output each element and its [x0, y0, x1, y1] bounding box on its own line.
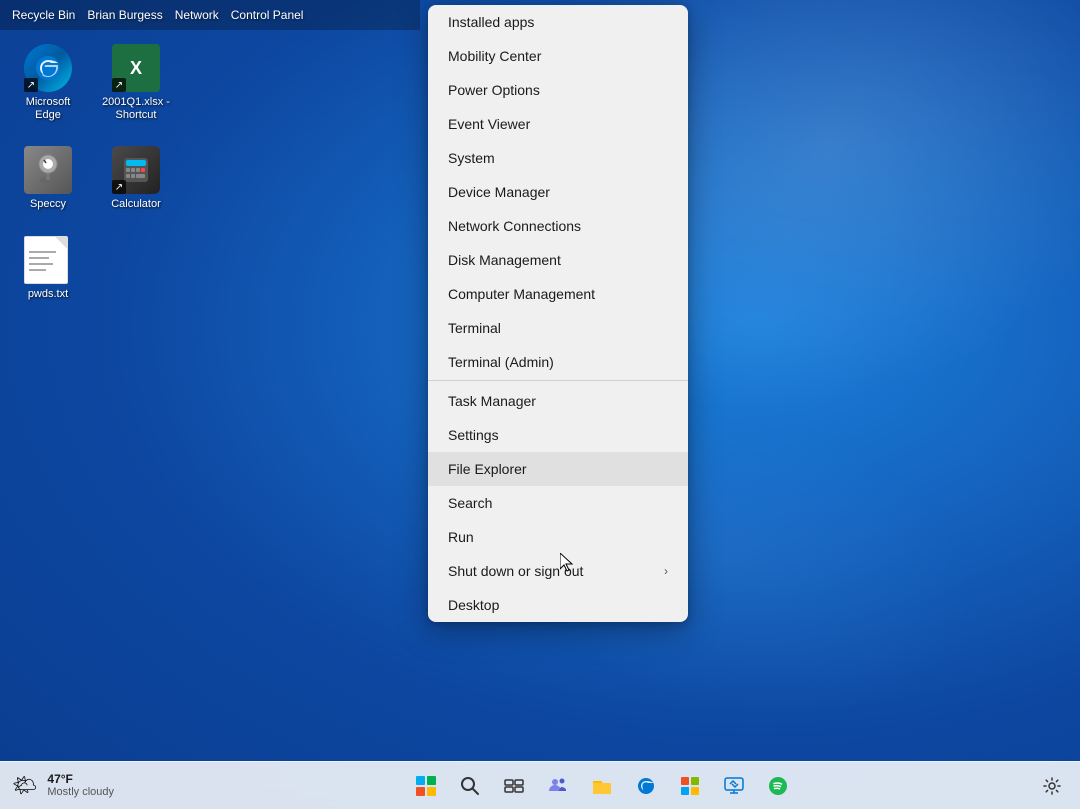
edge-icon: ↗	[24, 44, 72, 92]
gear-icon	[1043, 777, 1061, 795]
shortcut-arrow-calc: ↗	[112, 180, 126, 194]
menu-item-disk-management[interactable]: Disk Management	[428, 243, 688, 277]
start-button[interactable]	[406, 766, 446, 806]
network-label[interactable]: Network	[175, 8, 231, 22]
desktop-icon-excel[interactable]: X ↗ 2001Q1.xlsx - Shortcut	[96, 38, 176, 128]
taskbar-center	[180, 766, 1024, 806]
edge-taskbar-icon	[635, 775, 657, 797]
remote-desktop-icon	[723, 775, 745, 797]
task-view-icon	[504, 776, 524, 796]
control-panel-label[interactable]: Control Panel	[231, 8, 316, 22]
desktop-icon-calculator[interactable]: ↗ Calculator	[96, 140, 176, 217]
context-menu: Installed apps Mobility Center Power Opt…	[428, 5, 688, 622]
file-explorer-button[interactable]	[582, 766, 622, 806]
txt-icon	[24, 236, 72, 284]
menu-item-computer-management[interactable]: Computer Management	[428, 277, 688, 311]
menu-item-desktop[interactable]: Desktop	[428, 588, 688, 622]
task-view-button[interactable]	[494, 766, 534, 806]
edge-taskbar-button[interactable]	[626, 766, 666, 806]
desktop-icon-speccy[interactable]: Speccy	[8, 140, 88, 217]
excel-label: 2001Q1.xlsx - Shortcut	[100, 96, 172, 122]
shortcut-arrow-edge: ↗	[24, 78, 38, 92]
search-button[interactable]	[450, 766, 490, 806]
windows-logo-icon	[416, 776, 436, 796]
brian-burgess-label[interactable]: Brian Burgess	[87, 8, 174, 22]
menu-item-installed-apps[interactable]: Installed apps	[428, 5, 688, 39]
tray-settings-button[interactable]	[1036, 770, 1068, 802]
taskbar: 🌤 47°F Mostly cloudy	[0, 761, 1080, 809]
teams-button[interactable]	[538, 766, 578, 806]
weather-temp: 47°F	[47, 772, 114, 786]
menu-item-shut-down[interactable]: Shut down or sign out ›	[428, 554, 688, 588]
pwds-label: pwds.txt	[28, 288, 68, 301]
menu-item-device-manager[interactable]: Device Manager	[428, 175, 688, 209]
calculator-icon: ↗	[112, 146, 160, 194]
file-explorer-icon	[591, 775, 613, 797]
excel-icon: X ↗	[112, 44, 160, 92]
desktop-icon-edge[interactable]: ↗ Microsoft Edge	[8, 38, 88, 128]
search-icon	[460, 776, 480, 796]
spotify-icon	[767, 775, 789, 797]
desktop-icon-grid: ↗ Microsoft Edge X ↗ 2001Q1.xlsx - Short…	[0, 30, 184, 319]
menu-item-settings[interactable]: Settings	[428, 418, 688, 452]
calculator-label: Calculator	[111, 198, 161, 211]
shortcut-arrow-excel: ↗	[112, 78, 126, 92]
taskbar-weather[interactable]: 🌤 47°F Mostly cloudy	[0, 772, 180, 800]
menu-item-search[interactable]: Search	[428, 486, 688, 520]
menu-item-mobility-center[interactable]: Mobility Center	[428, 39, 688, 73]
desktop: Recycle Bin Brian Burgess Network Contro…	[0, 0, 1080, 809]
desktop-icon-pwds[interactable]: pwds.txt	[8, 230, 88, 307]
speccy-icon	[24, 146, 72, 194]
weather-icon: 🌤	[12, 773, 37, 798]
menu-item-event-viewer[interactable]: Event Viewer	[428, 107, 688, 141]
remote-desktop-button[interactable]	[714, 766, 754, 806]
desktop-label-bar: Recycle Bin Brian Burgess Network Contro…	[0, 0, 420, 30]
taskbar-tray	[1024, 770, 1080, 802]
weather-description: Mostly cloudy	[47, 786, 114, 799]
menu-item-run[interactable]: Run	[428, 520, 688, 554]
teams-icon	[547, 775, 569, 797]
weather-info: 47°F Mostly cloudy	[47, 772, 114, 800]
menu-item-terminal-admin[interactable]: Terminal (Admin)	[428, 345, 688, 381]
svg-text:X: X	[130, 58, 142, 78]
store-icon	[679, 775, 701, 797]
menu-item-task-manager[interactable]: Task Manager	[428, 383, 688, 418]
spotify-button[interactable]	[758, 766, 798, 806]
edge-label: Microsoft Edge	[12, 96, 84, 122]
recycle-bin-label[interactable]: Recycle Bin	[12, 8, 87, 22]
menu-item-network-connections[interactable]: Network Connections	[428, 209, 688, 243]
shut-down-submenu-arrow: ›	[664, 564, 668, 578]
speccy-label: Speccy	[30, 198, 66, 211]
menu-item-file-explorer[interactable]: File Explorer	[428, 452, 688, 486]
store-button[interactable]	[670, 766, 710, 806]
menu-item-system[interactable]: System	[428, 141, 688, 175]
menu-item-terminal[interactable]: Terminal	[428, 311, 688, 345]
menu-item-power-options[interactable]: Power Options	[428, 73, 688, 107]
